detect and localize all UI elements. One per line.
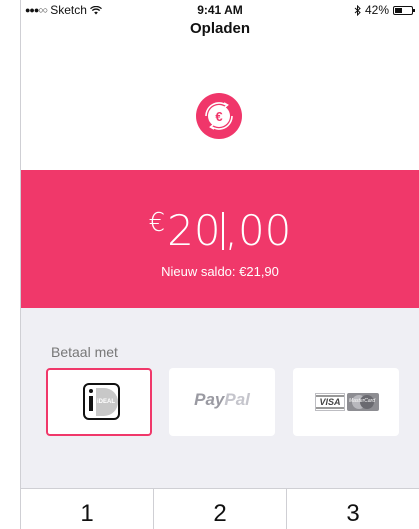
euro-coin-icon: €: [196, 93, 242, 139]
amount-integer: 20: [167, 206, 221, 255]
ideal-stem: [89, 396, 93, 411]
payment-section: Betaal met iDEAL PayPal VISA MasterCard: [21, 308, 419, 488]
key-1[interactable]: 1: [21, 489, 154, 529]
visa-logo-icon: VISA: [315, 393, 345, 411]
text-cursor: [221, 212, 224, 250]
status-right: 42%: [354, 3, 415, 17]
status-bar: ●●●○○ Sketch 9:41 AM 42%: [21, 0, 419, 20]
creditcard-logos: VISA MasterCard: [315, 393, 379, 411]
phone-screen: ●●●○○ Sketch 9:41 AM 42% Opladen € €20,0…: [20, 0, 419, 529]
paypal-pal: Pal: [224, 390, 250, 409]
ideal-logo-icon: iDEAL: [83, 383, 120, 420]
numeric-keypad: 1 2 3: [21, 488, 419, 529]
payment-method-label: Betaal met: [51, 344, 118, 360]
key-2[interactable]: 2: [154, 489, 287, 529]
new-balance-label: Nieuw saldo: €21,90: [161, 264, 279, 279]
payment-option-ideal[interactable]: iDEAL: [46, 368, 152, 436]
key-3[interactable]: 3: [287, 489, 419, 529]
currency-symbol: €: [148, 208, 166, 238]
page-title: Opladen: [189, 20, 250, 37]
payment-option-paypal[interactable]: PayPal: [169, 368, 275, 436]
battery-percent: 42%: [364, 3, 389, 17]
euro-refresh-icon: €: [205, 102, 233, 130]
amount-input[interactable]: €20,00: [21, 206, 419, 255]
bluetooth-icon: [354, 4, 361, 16]
payment-option-creditcard[interactable]: VISA MasterCard: [293, 368, 399, 436]
mastercard-text: MasterCard: [349, 398, 376, 404]
amount-banner: €20,00 Nieuw saldo: €21,90: [21, 170, 419, 308]
ideal-text: iDEAL: [97, 399, 115, 405]
paypal-pay: Pay: [194, 390, 225, 409]
mastercard-logo-icon: MasterCard: [347, 393, 379, 411]
battery-icon: [393, 5, 415, 15]
svg-text:€: €: [215, 109, 222, 124]
battery-fill: [395, 7, 402, 13]
paypal-logo: PayPal: [169, 390, 275, 410]
amount-decimal: ,00: [224, 206, 292, 255]
ideal-dot: [89, 389, 93, 393]
